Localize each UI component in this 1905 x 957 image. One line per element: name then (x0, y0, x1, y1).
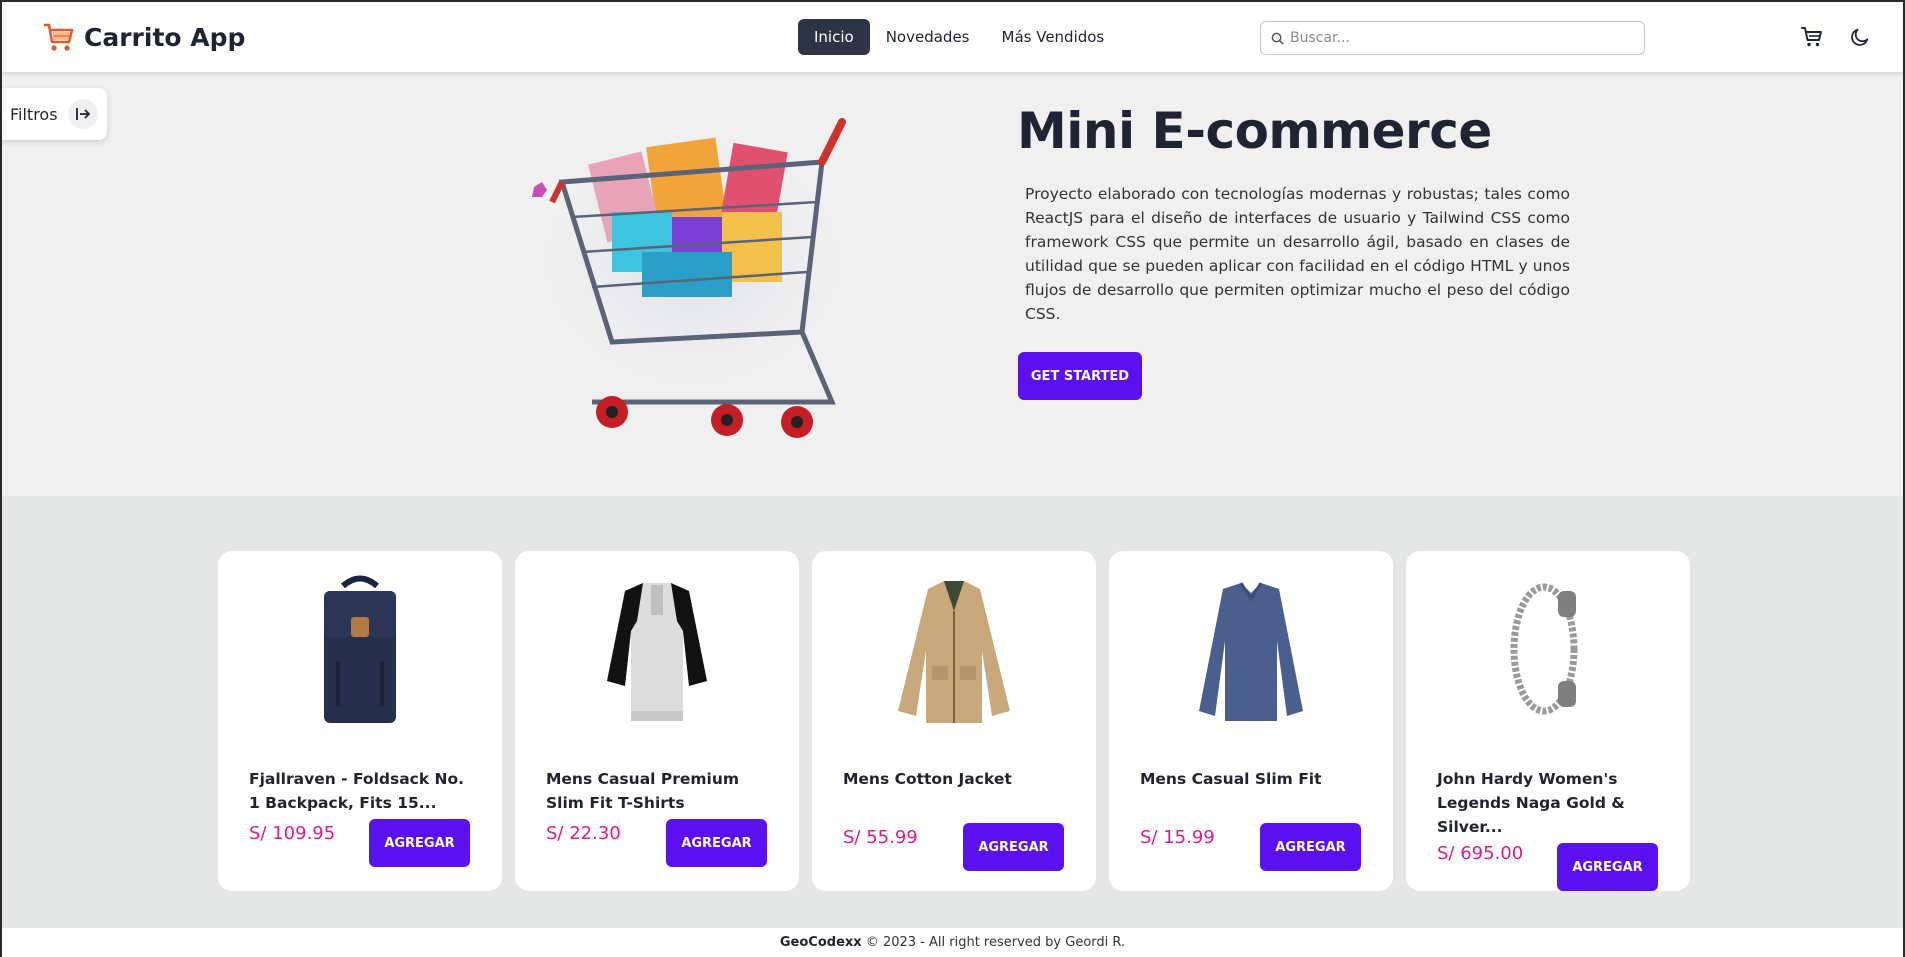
product-price: S/ 109.95 (249, 823, 336, 844)
shopping-cart-logo-icon (44, 23, 74, 51)
product-card: John Hardy Women's Legends Naga Gold & S… (1406, 551, 1690, 891)
add-to-cart-button[interactable]: AGREGAR (1557, 843, 1658, 891)
app-title: Carrito App (84, 22, 246, 52)
product-name: Mens Casual Premium Slim Fit T-Shirts (546, 770, 740, 812)
longsleeve-image (1199, 582, 1303, 721)
hero-section: Mini E-commerce Proyecto elaborado con t… (2, 72, 1903, 496)
moon-icon (1851, 28, 1869, 46)
add-to-cart-button[interactable]: AGREGAR (369, 819, 470, 867)
search-icon (1271, 32, 1284, 45)
nav-item-mas-vendidos[interactable]: Más Vendidos (986, 19, 1121, 55)
add-to-cart-button[interactable]: AGREGAR (1260, 823, 1361, 871)
product-name: Fjallraven - Foldsack No. 1 Backpack, Fi… (249, 770, 465, 812)
filters-toggle[interactable]: Filtros (2, 88, 107, 140)
search-box (1260, 21, 1645, 55)
product-price: S/ 15.99 (1140, 827, 1215, 848)
product-name: John Hardy Women's Legends Naga Gold & S… (1437, 770, 1625, 836)
footer: GeoCodexx © 2023 - All right reserved by… (2, 928, 1903, 957)
footer-copyright: © 2023 - All right reserved by Geordi R. (865, 935, 1126, 950)
main-nav: Inicio Novedades Más Vendidos (798, 19, 1120, 55)
bracelet-image (1510, 583, 1578, 715)
logo[interactable]: Carrito App (42, 20, 245, 54)
add-to-cart-button[interactable]: AGREGAR (963, 823, 1064, 871)
product-price: S/ 55.99 (843, 827, 918, 848)
product-card: Mens Cotton Jacket S/ 55.99 AGREGAR (812, 551, 1096, 891)
shopping-cart-hero-image (512, 112, 872, 438)
product-price: S/ 695.00 (1437, 843, 1524, 864)
top-navbar: Carrito App Inicio Novedades Más Vendido… (2, 2, 1903, 72)
hero-description: Proyecto elaborado con tecnologías moder… (1025, 185, 1570, 323)
add-to-cart-button[interactable]: AGREGAR (666, 819, 767, 867)
tshirt-image (607, 583, 707, 721)
product-price: S/ 22.30 (546, 823, 621, 844)
nav-item-inicio[interactable]: Inicio (798, 19, 870, 55)
filters-label: Filtros (10, 104, 58, 124)
nav-item-novedades[interactable]: Novedades (870, 19, 986, 55)
jacket-image (898, 581, 1010, 723)
footer-brand: GeoCodexx (779, 935, 862, 950)
cart-button[interactable] (1799, 24, 1825, 50)
backpack-image (324, 575, 396, 723)
product-card: Fjallraven - Foldsack No. 1 Backpack, Fi… (218, 551, 502, 891)
search-input[interactable] (1290, 30, 1620, 46)
cart-icon (1801, 27, 1822, 47)
arrow-right-icon (67, 99, 98, 129)
product-card: Mens Casual Slim Fit S/ 15.99 AGREGAR (1109, 551, 1393, 891)
product-card: Mens Casual Premium Slim Fit T-Shirts S/… (515, 551, 799, 891)
product-name: Mens Casual Slim Fit (1140, 770, 1322, 788)
product-name: Mens Cotton Jacket (843, 770, 1012, 788)
theme-toggle-button[interactable] (1847, 24, 1873, 50)
hero-title: Mini E-commerce (1017, 102, 1492, 160)
get-started-button[interactable]: GET STARTED (1018, 352, 1142, 400)
products-section: Fjallraven - Foldsack No. 1 Backpack, Fi… (2, 496, 1903, 928)
